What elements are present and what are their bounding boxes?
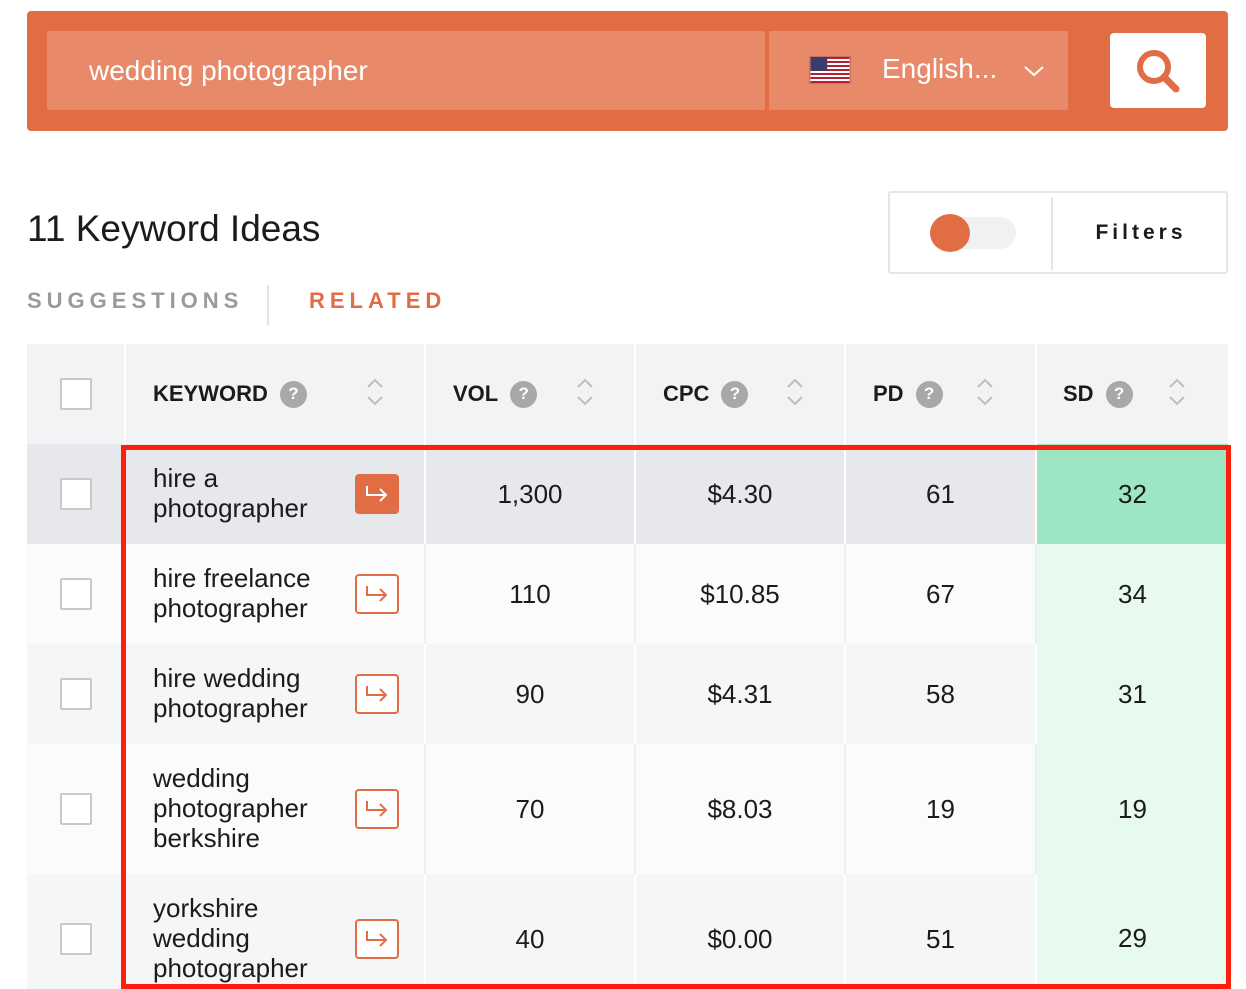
arrow-right-icon [366,586,388,602]
column-divider [124,744,126,874]
column-divider [124,544,126,644]
header-vol-label: VOL [453,381,499,406]
table-row[interactable]: hire freelance photographer 110 $10.85 6… [27,544,1228,644]
keyword-text: hire a photographer [153,463,308,523]
help-icon[interactable]: ? [1105,380,1133,408]
help-icon[interactable]: ? [279,380,307,408]
explore-keyword-button[interactable] [355,474,399,514]
filters-panel: Filters [888,191,1228,274]
header-keyword[interactable]: KEYWORD ? [153,344,307,444]
header-keyword-label: KEYWORD [153,381,268,406]
us-flag-icon [809,56,851,84]
column-divider [124,344,126,444]
tab-related[interactable]: RELATED [309,288,446,314]
table-row[interactable]: yorkshire wedding photographer 40 $0.00 … [27,874,1228,989]
header-vol[interactable]: VOL ? [453,344,538,444]
cpc-value: $8.03 [707,793,773,824]
sort-icon[interactable] [785,375,805,409]
vol-value: 90 [515,678,545,709]
chevron-down-icon [1024,66,1044,77]
keyword-text: yorkshire wedding photographer [153,893,308,983]
sort-icon[interactable] [975,375,995,409]
sort-icon[interactable] [575,375,595,409]
sd-value: 31 [1037,644,1228,744]
keyword-text: hire wedding photographer [153,663,308,723]
vol-value: 110 [509,578,551,609]
arrow-right-icon [366,931,388,947]
sd-value: 32 [1037,444,1228,544]
header-cpc[interactable]: CPC ? [663,344,749,444]
arrow-right-icon [366,801,388,817]
header-cpc-label: CPC [663,381,710,406]
help-icon[interactable]: ? [915,380,943,408]
select-all-checkbox[interactable] [60,378,92,410]
column-divider [124,644,126,744]
column-divider [1035,344,1037,444]
row-checkbox[interactable] [60,923,92,955]
cpc-value: $4.30 [707,478,773,509]
arrow-right-icon [366,686,388,702]
vol-value: 40 [515,923,545,954]
page-title: 11 Keyword Ideas [27,208,321,249]
pd-value: 51 [926,923,955,954]
divider [1051,197,1053,270]
sd-value: 19 [1037,744,1228,874]
table-row[interactable]: wedding photographer berkshire 70 $8.03 … [27,744,1228,874]
search-button[interactable] [1110,33,1206,108]
keyword-text: wedding photographer berkshire [153,763,308,853]
header-sd-label: SD [1063,381,1094,406]
sd-value: 29 [1037,874,1228,989]
header-pd-label: PD [873,381,904,406]
arrow-right-icon [366,486,388,502]
table-row[interactable]: hire a photographer 1,300 $4.30 61 32 [27,444,1228,544]
column-divider [844,344,846,444]
help-icon[interactable]: ? [721,380,749,408]
column-divider [124,874,126,989]
search-bar: English... [27,11,1228,131]
explore-keyword-button[interactable] [355,789,399,829]
search-input[interactable] [47,31,765,110]
header-pd[interactable]: PD ? [873,344,943,444]
vol-value: 70 [515,793,545,824]
sort-icon[interactable] [365,375,385,409]
pd-value: 58 [926,678,955,709]
column-divider [124,444,126,544]
cpc-value: $10.85 [700,578,780,609]
toggle-knob [930,214,970,252]
explore-keyword-button[interactable] [355,674,399,714]
row-checkbox[interactable] [60,578,92,610]
tab-suggestions[interactable]: SUGGESTIONS [27,288,243,314]
tab-divider [267,285,269,325]
pd-value: 67 [926,578,955,609]
search-icon [1137,49,1180,92]
explore-keyword-button[interactable] [355,919,399,959]
keyword-text: hire freelance photographer [153,563,311,623]
help-icon[interactable]: ? [510,380,538,408]
column-divider [424,344,426,444]
row-checkbox[interactable] [60,478,92,510]
row-checkbox[interactable] [60,678,92,710]
filters-button[interactable]: Filters [1054,193,1228,272]
pd-value: 61 [926,478,955,509]
vol-value: 1,300 [497,478,563,509]
filters-toggle[interactable] [930,214,1016,252]
column-divider [634,344,636,444]
sd-value-text: 29 [1118,923,1147,953]
header-sd[interactable]: SD ? [1063,344,1133,444]
explore-keyword-button[interactable] [355,574,399,614]
cpc-value: $4.31 [707,678,773,709]
pd-value: 19 [926,793,955,824]
table-header: KEYWORD ? VOL ? CPC ? PD ? SD ? [27,344,1228,444]
language-select[interactable]: English... [769,31,1068,110]
table-row[interactable]: hire wedding photographer 90 $4.31 58 31 [27,644,1228,744]
cpc-value: $0.00 [707,923,773,954]
language-label: English... [882,53,998,84]
sort-icon[interactable] [1167,375,1187,409]
sd-value: 34 [1037,544,1228,644]
row-checkbox[interactable] [60,793,92,825]
